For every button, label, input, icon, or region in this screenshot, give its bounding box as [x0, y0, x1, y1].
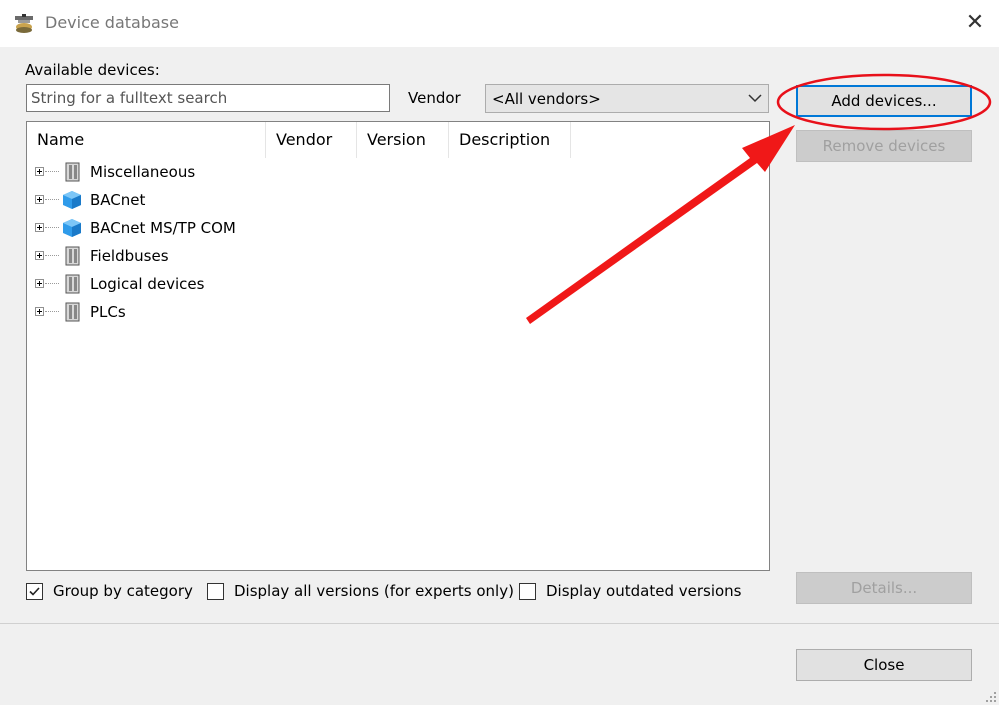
device-tree[interactable]: Name Vendor Version Description Miscella… [26, 121, 770, 571]
tree-item-label: BACnet MS/TP COM [90, 219, 236, 237]
chevron-down-icon [748, 94, 762, 103]
expand-icon[interactable] [35, 195, 44, 204]
display-all-versions-checkbox[interactable] [207, 583, 224, 600]
window-title: Device database [45, 13, 179, 32]
expand-icon[interactable] [35, 279, 44, 288]
device-database-icon [15, 14, 33, 33]
column-header-version[interactable]: Version [357, 122, 449, 158]
device-cabinet-icon [65, 162, 80, 182]
tree-item-label: BACnet [90, 191, 146, 209]
vendor-selected-value: <All vendors> [492, 90, 601, 108]
remove-devices-button[interactable]: Remove devices [796, 130, 972, 162]
column-header-vendor[interactable]: Vendor [266, 122, 357, 158]
device-cabinet-icon [65, 246, 80, 266]
device-cabinet-icon [65, 302, 80, 322]
expand-icon[interactable] [35, 251, 44, 260]
device-cabinet-icon [65, 274, 80, 294]
display-all-versions-label: Display all versions (for experts only) [234, 582, 514, 600]
tree-item-label: Logical devices [90, 275, 205, 293]
group-by-category-label: Group by category [53, 582, 193, 600]
add-devices-button[interactable]: Add devices... [796, 85, 972, 117]
expand-icon[interactable] [35, 223, 44, 232]
resize-grip-icon[interactable] [983, 689, 997, 703]
fulltext-search-input[interactable] [26, 84, 390, 112]
footer-separator [0, 623, 999, 624]
column-header-name[interactable]: Name [27, 122, 266, 158]
title-bar: Device database ✕ [0, 0, 999, 47]
column-header-description[interactable]: Description [449, 122, 571, 158]
expand-icon[interactable] [35, 167, 44, 176]
bacnet-cube-icon [63, 191, 81, 209]
tree-item-label: Fieldbuses [90, 247, 169, 265]
display-outdated-versions-label: Display outdated versions [546, 582, 742, 600]
expand-icon[interactable] [35, 307, 44, 316]
tree-item-label: Miscellaneous [90, 163, 196, 181]
checkmark-icon [29, 587, 40, 596]
vendor-dropdown[interactable]: <All vendors> [485, 84, 769, 113]
display-outdated-versions-checkbox[interactable] [519, 583, 536, 600]
bacnet-cube-icon [63, 219, 81, 237]
details-button[interactable]: Details... [796, 572, 972, 604]
close-button[interactable]: Close [796, 649, 972, 681]
close-window-icon[interactable]: ✕ [960, 9, 990, 39]
tree-item-label: PLCs [90, 303, 126, 321]
vendor-label: Vendor [408, 89, 461, 107]
available-devices-label: Available devices: [25, 61, 160, 79]
group-by-category-checkbox[interactable] [26, 583, 43, 600]
